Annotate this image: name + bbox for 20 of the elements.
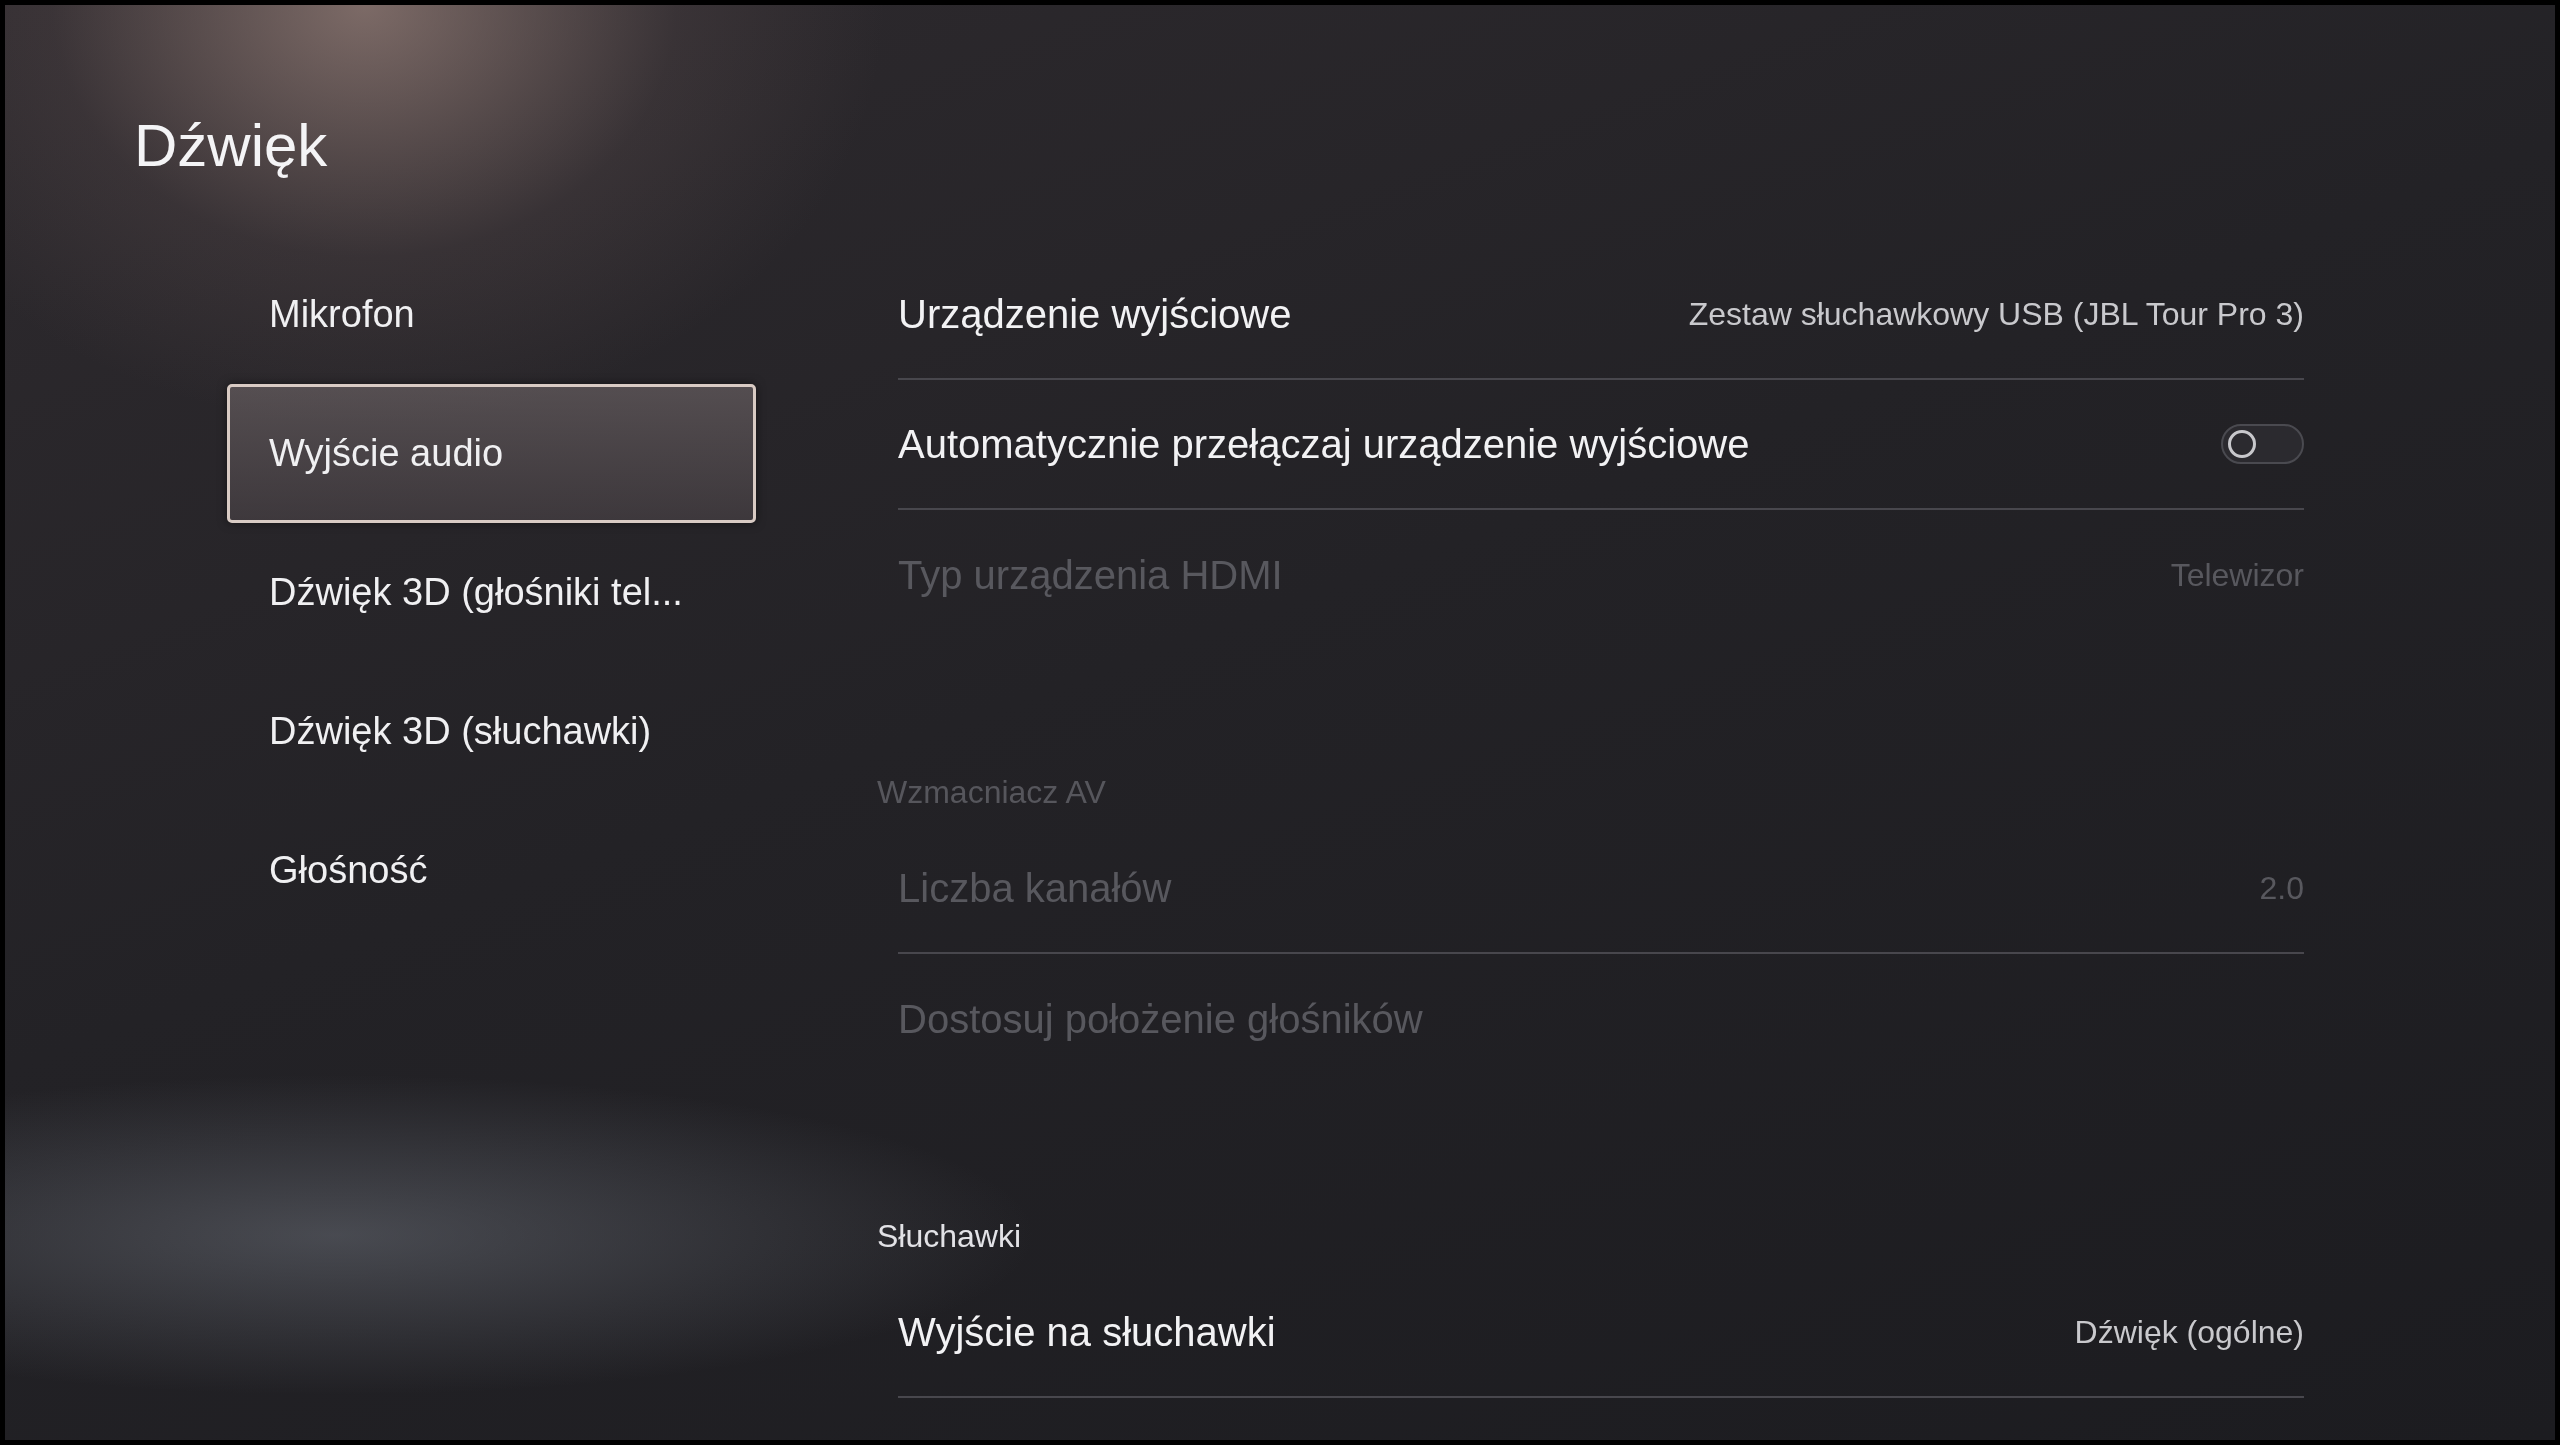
- toggle-switch[interactable]: [2221, 424, 2304, 464]
- setting-row[interactable]: Urządzenie wyjściowe Zestaw słuchawkowy USB (JBL Tour Pro 3): [898, 250, 2304, 380]
- setting-label: Dostosuj położenie głośników: [898, 996, 1423, 1042]
- setting-label: Urządzenie wyjściowe: [898, 291, 1292, 337]
- section-header: Słuchawki: [877, 1216, 1023, 1256]
- setting-value: Dźwięk (ogólne): [2074, 1313, 2304, 1351]
- sidebar-item[interactable]: Dźwięk 3D (głośniki tel...: [227, 523, 756, 662]
- sidebar-item[interactable]: Wyjście audio: [227, 384, 756, 523]
- setting-value: Telewizor: [2170, 556, 2304, 594]
- setting-row[interactable]: Automatycznie przełączaj urządzenie wyjściowe: [898, 380, 2304, 510]
- setting-value: 2.0: [2259, 869, 2304, 907]
- setting-label: Automatycznie przełączaj urządzenie wyjściowe: [898, 421, 1750, 467]
- sidebar-item[interactable]: Głośność: [227, 801, 756, 940]
- setting-row[interactable]: Wyjście na słuchawki Dźwięk (ogólne): [898, 1268, 2304, 1398]
- page-title: Dźwięk: [133, 111, 329, 181]
- setting-label: Wyjście na słuchawki: [898, 1309, 1276, 1355]
- sidebar-item[interactable]: Mikrofon: [227, 245, 756, 384]
- sidebar-item[interactable]: Dźwięk 3D (słuchawki): [227, 662, 756, 801]
- setting-value: Zestaw słuchawkowy USB (JBL Tour Pro 3): [1688, 295, 2304, 333]
- setting-label: Liczba kanałów: [898, 865, 1172, 911]
